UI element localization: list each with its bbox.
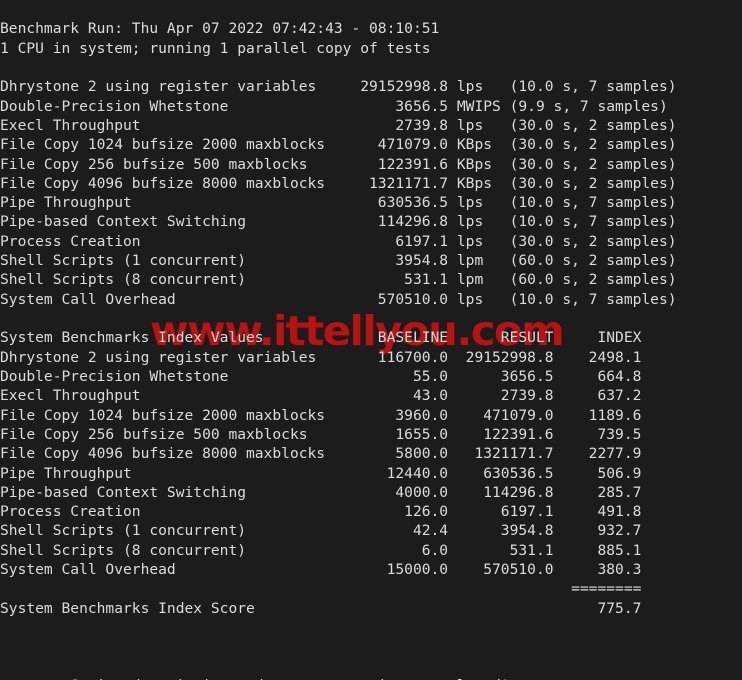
terminal-output-text: Benchmark Run: Thu Apr 07 2022 07:42:43 … [0,20,677,680]
terminal-window[interactable]: ========================================… [0,0,742,680]
